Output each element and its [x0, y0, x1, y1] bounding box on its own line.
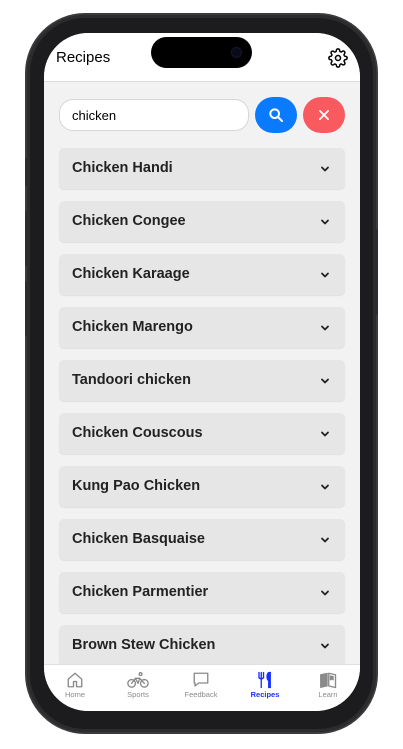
recipe-item[interactable]: Chicken Congee — [59, 201, 345, 242]
gear-icon[interactable] — [328, 48, 348, 68]
recipe-item-label: Chicken Marengo — [72, 319, 193, 335]
tab-recipes[interactable]: Recipes — [239, 671, 291, 707]
recipe-item-label: Brown Stew Chicken — [72, 637, 216, 653]
tab-label: Sports — [127, 690, 149, 699]
recipe-item-label: Tandoori chicken — [72, 372, 191, 388]
chevron-down-icon — [321, 590, 329, 596]
tab-home[interactable]: Home — [49, 671, 101, 707]
tab-label: Home — [64, 690, 85, 699]
chevron-down-icon — [321, 431, 329, 437]
tab-bar: Home Sports Feedback Recipes Learn — [44, 664, 360, 711]
search-input[interactable] — [59, 99, 249, 131]
recipe-item-label: Chicken Couscous — [72, 425, 203, 441]
chevron-down-icon — [321, 484, 329, 490]
chat-bubble-icon — [193, 672, 209, 687]
chevron-down-icon — [321, 325, 329, 331]
chevron-down-icon — [321, 643, 329, 649]
book-icon — [320, 672, 337, 689]
recipe-item-label: Chicken Basquaise — [72, 531, 205, 547]
fork-knife-icon — [258, 671, 271, 689]
recipe-item[interactable]: Chicken Marengo — [59, 307, 345, 348]
search-icon — [269, 108, 283, 122]
front-camera — [231, 47, 242, 58]
tab-label: Feedback — [184, 690, 218, 699]
recipe-item[interactable]: Chicken Karaage — [59, 254, 345, 295]
search-button[interactable] — [255, 97, 297, 133]
page-title: Recipes — [56, 49, 111, 66]
recipe-item[interactable]: Chicken Basquaise — [59, 519, 345, 560]
recipe-item-label: Chicken Parmentier — [72, 584, 209, 600]
recipe-item-label: Kung Pao Chicken — [72, 478, 201, 494]
recipe-item-label: Chicken Congee — [72, 213, 186, 229]
recipe-item[interactable]: Kung Pao Chicken — [59, 466, 345, 507]
tab-label: Learn — [318, 690, 338, 699]
close-icon — [319, 110, 329, 120]
recipe-item[interactable]: Chicken Couscous — [59, 413, 345, 454]
chevron-down-icon — [321, 272, 329, 278]
bicycle-icon — [127, 672, 149, 688]
recipe-item-label: Chicken Handi — [72, 160, 173, 176]
tab-label: Recipes — [250, 690, 280, 699]
chevron-down-icon — [321, 219, 329, 225]
power-button — [374, 229, 378, 315]
app-screen: Recipes Chicken Handi Chicken Congee Chi… — [44, 33, 360, 711]
mute-switch — [25, 158, 29, 186]
recipe-item[interactable]: Chicken Parmentier — [59, 572, 345, 613]
chevron-down-icon — [321, 166, 329, 172]
clear-button[interactable] — [303, 97, 345, 133]
volume-down-button — [25, 281, 29, 336]
tab-learn[interactable]: Learn — [302, 671, 354, 707]
tab-feedback[interactable]: Feedback — [175, 671, 227, 707]
recipe-item-label: Chicken Karaage — [72, 266, 190, 282]
recipe-item[interactable]: Chicken Handi — [59, 148, 345, 189]
recipe-item[interactable]: Brown Stew Chicken — [59, 625, 345, 666]
tab-sports[interactable]: Sports — [112, 671, 164, 707]
home-icon — [67, 672, 83, 688]
dynamic-island — [151, 37, 252, 68]
chevron-down-icon — [321, 537, 329, 543]
recipe-item[interactable]: Tandoori chicken — [59, 360, 345, 401]
chevron-down-icon — [321, 378, 329, 384]
volume-up-button — [25, 211, 29, 266]
